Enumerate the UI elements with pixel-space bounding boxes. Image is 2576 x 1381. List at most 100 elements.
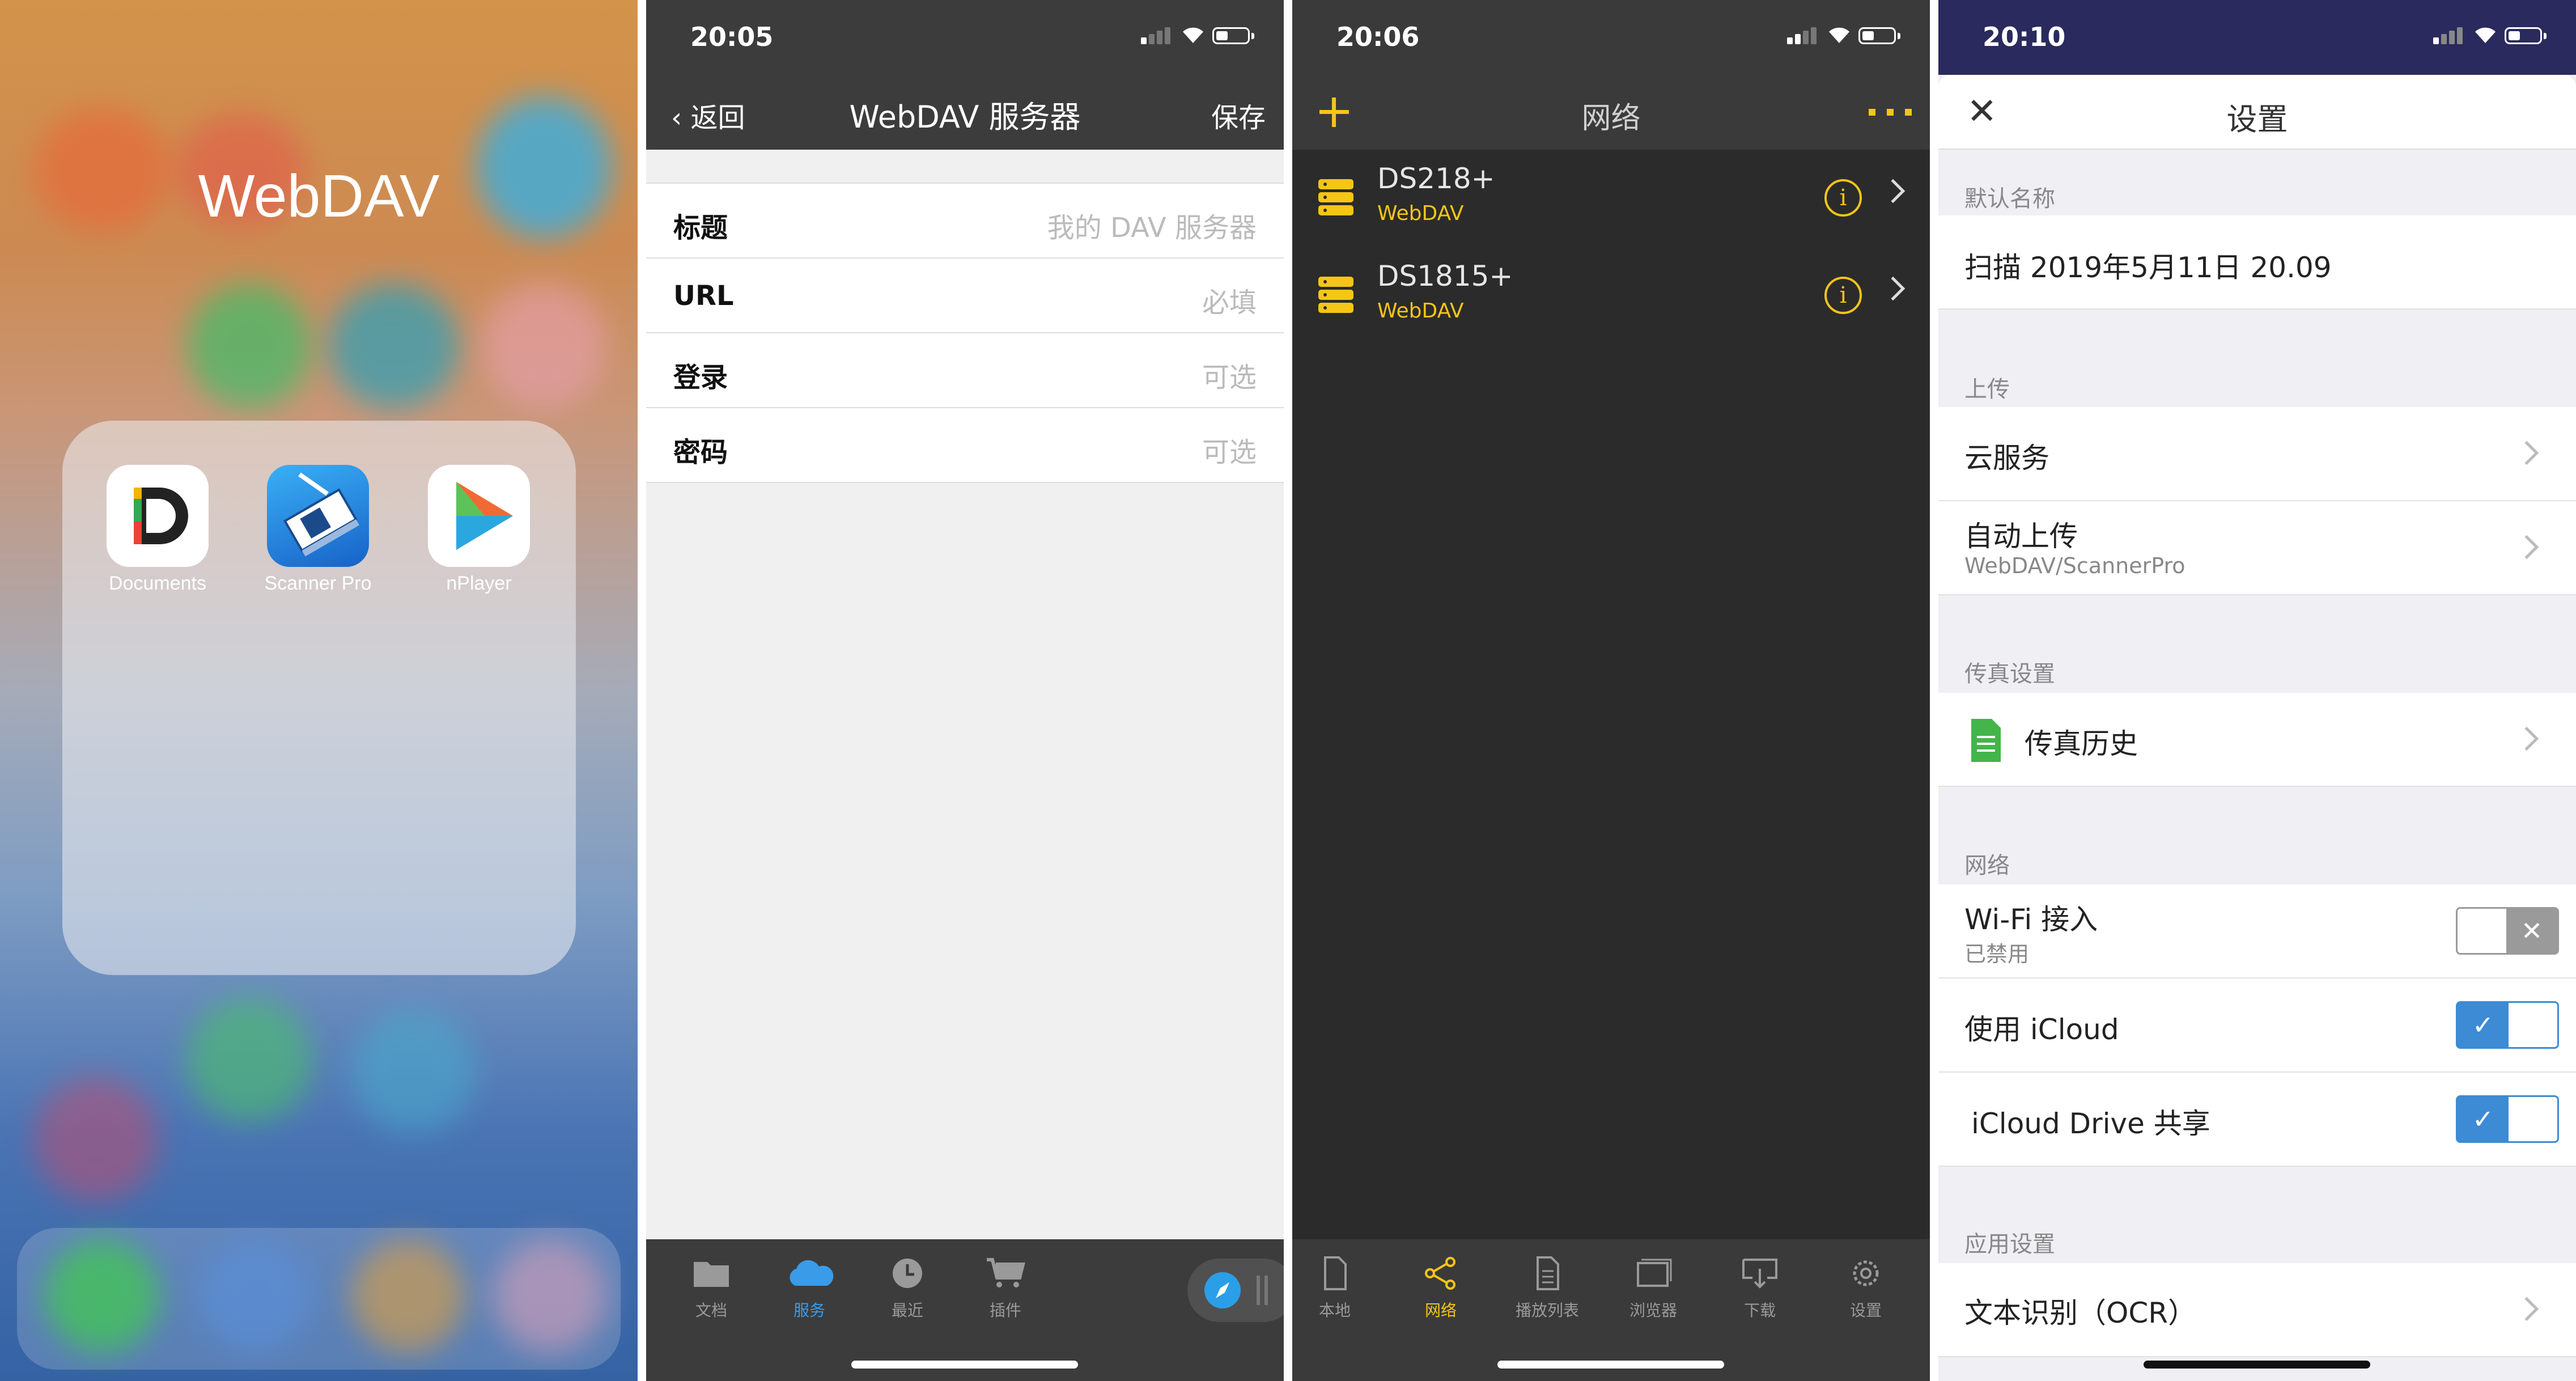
tab-label: 浏览器 [1629,1301,1677,1320]
tab-network[interactable]: 网络 [1398,1251,1483,1321]
folder-title: WebDAV [198,163,440,230]
tab-playlist[interactable]: 播放列表 [1505,1251,1590,1321]
server-type: WebDAV [1377,299,1464,323]
cloud-service-row[interactable]: 云服务 [1938,407,2576,501]
tab-services[interactable]: 服务 [767,1251,852,1321]
documents-app[interactable]: Documents [95,465,220,595]
toggle-knob [2509,1097,2557,1141]
icloud-toggle[interactable]: ✓ [2456,1001,2559,1049]
icloud-drive-toggle[interactable]: ✓ [2456,1095,2559,1143]
status-bar: 20:06 [1292,0,1930,75]
wifi-toggle[interactable]: ✕ [2456,907,2559,955]
auto-upload-row[interactable]: 自动上传 WebDAV/ScannerPro [1938,501,2576,595]
field-label: 标题 [673,212,728,244]
url-field[interactable]: URL 必填 [646,259,1284,333]
scanner-pro-app[interactable]: Scanner Pro [256,465,380,595]
file-icon [1315,1256,1355,1290]
field-label: 登录 [673,362,728,393]
row-label: 自动上传 [1964,520,2078,553]
home-indicator [1497,1361,1724,1369]
tab-browser[interactable]: 浏览器 [1611,1251,1696,1321]
tab-download[interactable]: 下载 [1717,1251,1802,1321]
tab-label: 下载 [1743,1301,1776,1320]
battery-icon [1212,27,1254,44]
nav-bar: ‹ 返回 WebDAV 服务器 保存 [646,75,1284,150]
tab-bar: 文档 服务 最近 插件 [646,1239,1284,1381]
cart-icon [986,1256,1025,1290]
tab-local[interactable]: 本地 [1292,1251,1377,1321]
playlist-icon [1527,1256,1567,1290]
field-label: URL [673,280,734,312]
clock-icon [888,1256,927,1290]
wifi-icon [1183,27,1203,43]
info-icon[interactable]: i [1824,179,1862,217]
tab-recent[interactable]: 最近 [865,1251,950,1321]
server-name: DS1815+ [1377,260,1513,293]
document-icon [1971,719,2001,762]
scanner-pro-app-icon [267,465,369,567]
section-header: 应用设置 [1964,1231,2055,1257]
section-header: 上传 [1964,376,2010,403]
server-row[interactable]: DS1815+ WebDAV i [1292,247,1930,344]
browser-icon [1633,1256,1673,1290]
app-label-nplayer: nPlayer [446,573,512,594]
download-icon [1740,1256,1780,1290]
section-header: 默认名称 [1964,186,2055,212]
fax-history-row[interactable]: 传真历史 [1938,693,2576,787]
home-indicator [851,1361,1078,1369]
chevron-right-icon [2514,440,2539,465]
more-button[interactable] [1868,105,1913,119]
field-label: 密码 [673,437,728,468]
toggle-knob [2509,1003,2557,1047]
chevron-right-icon [2514,1297,2539,1321]
info-icon[interactable]: i [1824,277,1862,314]
tab-label: 网络 [1424,1301,1457,1320]
tab-label: 本地 [1318,1301,1351,1320]
dock [17,1228,621,1370]
nplayer-app-icon [428,465,530,567]
server-row[interactable]: DS218+ WebDAV i [1292,150,1930,246]
password-field[interactable]: 密码 可选 [646,408,1284,483]
share-icon [1421,1256,1461,1290]
compass-icon [1204,1272,1241,1308]
tab-label: 最近 [891,1301,923,1320]
toggle-knob [2458,909,2506,953]
tab-documents[interactable]: 文档 [669,1251,754,1321]
more-icon [1869,109,1912,116]
tab-label: 文档 [695,1301,727,1320]
title-field[interactable]: 标题 我的 DAV 服务器 [646,184,1284,259]
login-field[interactable]: 登录 可选 [646,333,1284,408]
tab-settings[interactable]: 设置 [1823,1251,1908,1321]
wifi-icon [1829,27,1849,43]
tab-label: 服务 [793,1301,825,1320]
network-panel: 20:06 网络 DS218+ WebDAV i DS1815+ WebDAV … [1292,0,1930,1381]
battery-icon [1858,27,1900,44]
ocr-row[interactable]: 文本识别（OCR） [1938,1263,2576,1357]
nplayer-app[interactable]: nPlayer [417,465,541,595]
status-time: 20:10 [1983,22,2066,52]
status-bar: 20:10 [1938,0,2576,75]
section-header: 网络 [1964,853,2010,879]
tab-bar: 本地 网络 播放列表 浏览器 下载 设置 [1292,1239,1930,1381]
field-placeholder: 可选 [1202,362,1257,393]
tab-plugins[interactable]: 插件 [963,1251,1048,1321]
save-button[interactable]: 保存 [1211,95,1266,135]
cloud-icon [790,1256,834,1290]
checkmark-icon: ✓ [2458,1097,2509,1141]
icloud-row: 使用 iCloud ✓ [1938,978,2576,1073]
row-label: iCloud Drive 共享 [1971,1107,2210,1140]
battery-icon [2505,27,2547,44]
row-sublabel: 已禁用 [1964,942,2030,967]
server-form: 标题 我的 DAV 服务器 URL 必填 登录 可选 密码 可选 [646,183,1284,483]
server-icon [1318,277,1353,316]
default-name-field[interactable]: 扫描 2019年5月11日 20.09 [1938,215,2576,310]
field-placeholder: 可选 [1202,437,1257,468]
page-title: 设置 [2226,101,2288,137]
chevron-right-icon [2514,535,2539,560]
wifi-access-row: Wi-Fi 接入 已禁用 ✕ [1938,884,2576,978]
checkmark-icon: ✓ [2458,1003,2509,1047]
browser-shortcut-button[interactable] [1187,1259,1284,1322]
server-icon [1318,179,1353,219]
webdav-form-panel: 20:05 ‹ 返回 WebDAV 服务器 保存 标题 我的 DAV 服务器 U… [646,0,1284,1381]
wifi-icon [2475,27,2496,43]
